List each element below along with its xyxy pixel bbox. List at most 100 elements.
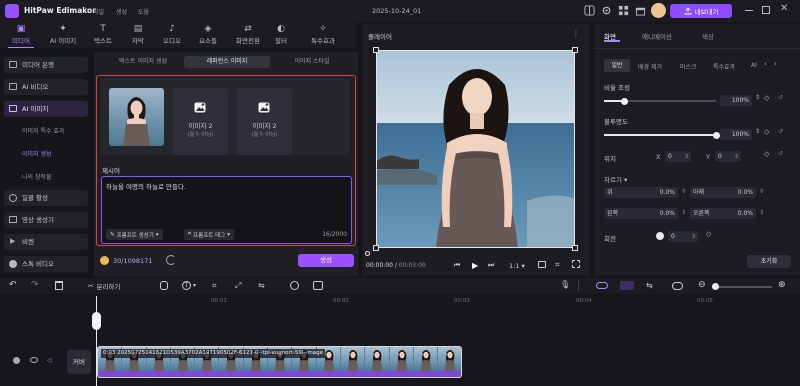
settings-icon[interactable] [601,5,612,16]
crop-icon[interactable]: ⌗ [212,281,217,291]
fit-icon[interactable] [672,282,683,290]
snapshot-icon[interactable] [538,261,546,268]
stepper-icon[interactable]: ⇕ [684,151,691,162]
subtab-bg-remove[interactable]: 배경 제거 [638,62,662,71]
ratio-select[interactable]: 1:1 ▾ [509,262,525,270]
redo-icon[interactable]: ↷ [31,280,39,290]
menu-help[interactable]: 도움 [138,7,149,16]
toolbar-tool-7[interactable]: ◐ 필터 [270,22,292,48]
menu-file[interactable]: 파일 [93,7,104,16]
keyframe-icon[interactable]: ◇ [764,94,769,102]
reset-icon[interactable]: ↺ [778,94,783,101]
subtab-mask[interactable]: 마스크 [680,62,697,71]
stepper-icon[interactable]: ⇕ [759,209,764,216]
export-button[interactable]: 내보내기 [670,4,732,18]
crop-right-field[interactable]: 오른쪽 0.0% [690,208,756,219]
resize-handle[interactable] [572,47,578,53]
scale-slider-knob[interactable] [620,97,628,105]
prompt-tag-button[interactable]: ⌗ 프롬프트 태그 ▾ [184,229,234,240]
rotate-field[interactable]: 0 ⇕ [668,231,698,242]
face-icon[interactable] [290,281,299,290]
tab-text-to-image[interactable]: 텍스트 이미지 생성 [102,56,184,68]
keyframe-icon[interactable]: ◇ [706,230,711,238]
stepper-icon[interactable]: ⇕ [734,151,741,162]
toolbar-tool-1[interactable]: ✦ AI 이미지 [46,22,80,48]
playhead-handle[interactable] [92,312,101,330]
subtab-general[interactable]: 일반 [604,59,630,72]
chevron-right-icon[interactable]: › [774,60,777,68]
transform-icon[interactable]: ⤢ [235,281,241,291]
rotate-dial-icon[interactable] [656,232,664,240]
chevron-left-icon[interactable]: ‹ [764,60,767,68]
tab-color[interactable]: 색상 [702,31,714,41]
opacity-slider[interactable] [604,131,720,139]
layout-icon[interactable] [584,5,595,16]
stepper-icon[interactable]: ⇕ [755,128,760,135]
stepper-icon[interactable]: ⇕ [691,231,698,242]
shield-icon[interactable] [160,281,168,290]
reset-icon[interactable]: ↺ [778,128,783,135]
image-slot-2[interactable]: 이미지 2 (필수 아님) [237,88,292,155]
next-frame-icon[interactable]: ⏭ [488,261,494,270]
generate-button[interactable]: 생성 [298,254,354,267]
toolbar-tool-2[interactable]: T 텍스트 [88,22,118,48]
subtab-effects[interactable]: 특수효과 [713,62,735,71]
scale-slider[interactable] [604,97,716,105]
magnet-icon[interactable] [620,281,634,290]
crop-top-field[interactable]: 위 0.0% [604,187,678,198]
sidebar-sub-image-generate[interactable]: 이미지 생성 [22,149,52,158]
stepper-icon[interactable]: ⇕ [681,188,686,195]
undo-icon[interactable]: ↶ [9,280,17,290]
pos-x-field[interactable]: 0 ⇕ [665,151,691,162]
toolbar-tool-4[interactable]: ♪ 오디오 [158,22,186,48]
export-frame-icon[interactable] [313,281,323,290]
more-icon[interactable]: ⋮ [572,29,580,38]
link-icon[interactable] [596,282,608,289]
lock-icon[interactable] [13,357,20,364]
fullscreen-icon[interactable] [572,260,580,268]
sidebar-item-bicken[interactable]: ▶ 비켄 [4,234,88,250]
sidebar-item-video-generator[interactable]: 영상 생성기 [4,212,88,228]
resize-handle[interactable] [373,47,379,53]
menu-create[interactable]: 생성 [116,7,127,16]
microphone-icon[interactable]: 🎙 [560,280,570,289]
detach-icon[interactable]: ⇆ [646,281,653,290]
prev-frame-icon[interactable]: ⏮ [454,261,460,270]
subtab-ai[interactable]: AI [751,62,757,69]
sidebar-item-batch[interactable]: 일괄 활성 [4,190,88,206]
avatar[interactable] [651,3,666,18]
delete-icon[interactable] [55,281,63,290]
prompt-input[interactable]: 하늘을 여명의 하늘로 만들다. ✎ 프롬프트 생성기 ▾ ⌗ 프롬프트 태그 ▾ 16… [101,176,352,244]
scrub-handle[interactable] [365,251,370,256]
play-button[interactable]: ▶ [472,261,478,270]
eye-icon[interactable] [30,357,38,363]
stepper-icon[interactable]: ⇕ [681,209,686,216]
resize-handle[interactable] [373,245,379,251]
reference-image-thumbnail[interactable] [109,88,164,146]
image-slot-1[interactable]: 이미지 2 (필수 아님) [173,88,228,155]
reset-icon[interactable]: ↺ [778,150,783,157]
text-tool-dropdown[interactable]: T ▾ [182,281,196,290]
zoom-out-icon[interactable]: ⊖ [698,280,706,290]
split-button[interactable]: ✂ 분리하기 [88,281,120,291]
zoom-in-icon[interactable]: ⊕ [778,280,786,290]
tab-reference-image[interactable]: 레퍼런스 이미지 [184,56,270,68]
scale-value-field[interactable]: 100% [720,95,752,106]
gift-icon[interactable] [635,5,646,16]
minimize-icon[interactable] [745,10,753,11]
zoom-slider-knob[interactable] [712,283,719,290]
close-icon[interactable]: ✕ [780,4,788,14]
reset-button[interactable]: 초기화 [747,255,791,268]
crop-left-field[interactable]: 왼쪽 0.0% [604,208,678,219]
zoom-slider[interactable] [712,283,772,290]
video-clip[interactable]: 0:03 20250725141821D539A3702A197190502F-… [97,346,462,378]
stepper-icon[interactable]: ⇕ [755,94,760,101]
sidebar-item-media-bank[interactable]: 미디어 은행 [4,57,88,73]
time-ruler[interactable]: 00:01 00:02 00:03 00:04 00:05 [96,296,800,310]
mute-icon[interactable]: ◁ [47,357,52,364]
grid-icon[interactable] [618,5,629,16]
resize-handle[interactable] [572,245,578,251]
opacity-value-field[interactable]: 100% [720,129,752,140]
tab-animation[interactable]: 애니메이션 [642,31,672,41]
sidebar-sub-my-creations[interactable]: 나의 창작물 [22,172,52,181]
